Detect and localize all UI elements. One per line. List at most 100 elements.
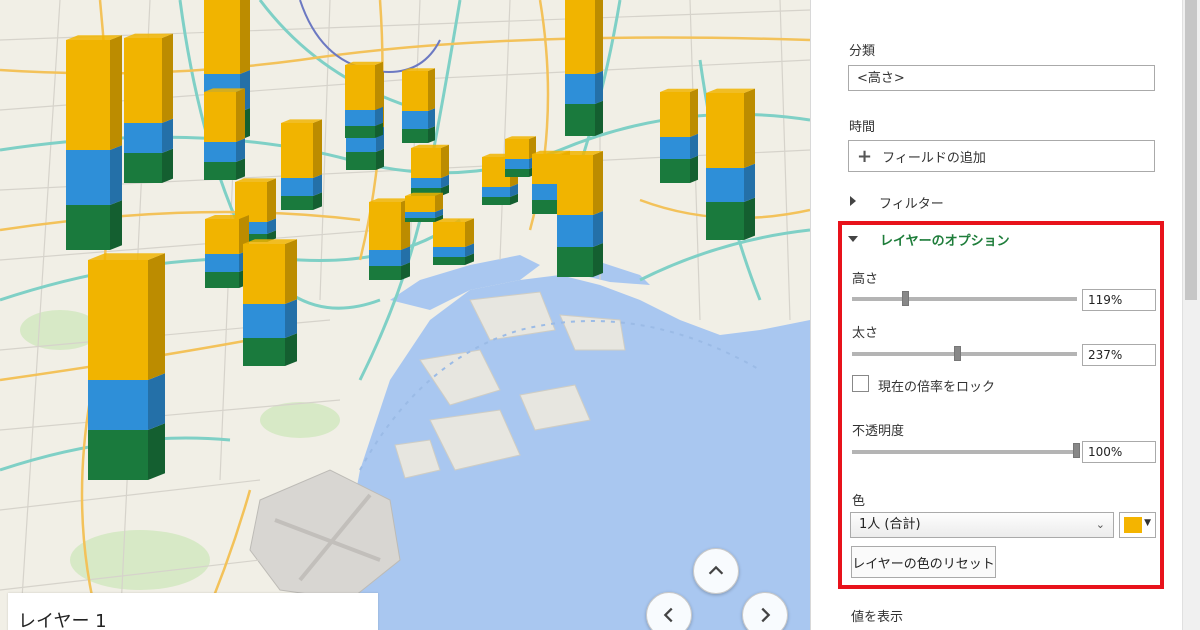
column-0-side-1 — [110, 145, 122, 205]
column-7-segment-2[interactable] — [565, 0, 595, 74]
column-6-segment-0[interactable] — [402, 129, 428, 143]
column-22-segment-2[interactable] — [405, 196, 435, 212]
height-value-input[interactable]: 119% — [1082, 289, 1156, 311]
column-5-side-1 — [375, 106, 383, 126]
map-view[interactable]: レイヤー 1 — [0, 0, 810, 630]
column-12-segment-1[interactable] — [205, 254, 239, 272]
column-18-segment-1[interactable] — [482, 187, 510, 197]
layer-legend[interactable]: レイヤー 1 — [8, 593, 378, 630]
column-8-segment-2[interactable] — [660, 92, 690, 137]
column-11-side-2 — [267, 178, 276, 222]
column-19-segment-0[interactable] — [505, 169, 529, 177]
column-14-segment-1[interactable] — [88, 380, 148, 430]
color-picker-button[interactable]: ▼ — [1119, 512, 1156, 538]
column-6-side-1 — [428, 108, 435, 129]
show-values-label[interactable]: 値を表示 — [851, 606, 903, 625]
column-17-segment-2[interactable] — [433, 222, 465, 247]
thickness-slider-thumb[interactable] — [953, 346, 961, 361]
column-0-segment-2[interactable] — [66, 40, 110, 150]
column-16-segment-1[interactable] — [369, 250, 401, 266]
column-6-segment-1[interactable] — [402, 111, 428, 129]
height-slider-track[interactable] — [852, 297, 1077, 301]
opacity-slider-thumb[interactable] — [1073, 443, 1080, 458]
column-21-segment-2[interactable] — [557, 155, 593, 215]
thickness-slider-track[interactable] — [852, 352, 1077, 356]
column-14-side-0 — [148, 423, 165, 480]
color-label: 色 — [852, 494, 866, 509]
column-17-segment-1[interactable] — [433, 247, 465, 257]
column-9-segment-0[interactable] — [706, 202, 744, 240]
column-22-segment-1[interactable] — [405, 212, 435, 218]
column-14-segment-2[interactable] — [88, 260, 148, 380]
column-12-segment-0[interactable] — [205, 272, 239, 288]
color-series-value: 1人 (合計) — [859, 517, 921, 532]
color-swatch — [1124, 517, 1142, 533]
column-21-segment-0[interactable] — [557, 247, 593, 277]
column-19-segment-1[interactable] — [505, 159, 529, 169]
column-21-side-2 — [593, 151, 603, 215]
column-9-segment-2[interactable] — [706, 93, 744, 168]
column-14-segment-0[interactable] — [88, 430, 148, 480]
reset-layer-color-button[interactable]: レイヤーの色のリセット — [851, 546, 996, 578]
column-1-side-1 — [162, 118, 173, 153]
column-1-segment-1[interactable] — [124, 123, 162, 153]
column-15-segment-1[interactable] — [411, 178, 441, 188]
column-13-segment-2[interactable] — [243, 244, 285, 304]
column-9-segment-1[interactable] — [706, 168, 744, 202]
column-18-segment-0[interactable] — [482, 197, 510, 205]
column-0-segment-1[interactable] — [66, 150, 110, 205]
chevron-left-icon — [663, 607, 673, 623]
column-8-segment-0[interactable] — [660, 159, 690, 183]
column-19-segment-2[interactable] — [505, 139, 529, 159]
add-field-button[interactable]: + フィールドの追加 — [848, 140, 1155, 172]
column-10-segment-1[interactable] — [281, 178, 313, 196]
column-10-segment-0[interactable] — [281, 196, 313, 210]
column-21-segment-1[interactable] — [557, 215, 593, 247]
tilt-up-button[interactable] — [693, 548, 739, 594]
column-5-segment-1[interactable] — [345, 110, 375, 126]
column-1-segment-2[interactable] — [124, 38, 162, 123]
opacity-value-input[interactable]: 100% — [1082, 441, 1156, 463]
column-15-segment-2[interactable] — [411, 148, 441, 178]
rotate-left-button[interactable] — [646, 592, 692, 630]
category-field[interactable]: <高さ> — [848, 65, 1155, 91]
chevron-right-icon — [761, 607, 771, 623]
column-3-segment-1[interactable] — [204, 142, 236, 162]
column-4-segment-0[interactable] — [346, 152, 376, 170]
reset-layer-color-label: レイヤーの色のリセット — [852, 556, 995, 572]
collapse-down-icon[interactable] — [848, 236, 858, 242]
column-7-segment-1[interactable] — [565, 74, 595, 104]
color-series-select[interactable]: 1人 (合計) ⌄ — [850, 512, 1114, 538]
column-16-segment-2[interactable] — [369, 202, 401, 250]
panel-scrollbar-thumb[interactable] — [1185, 0, 1197, 300]
chevron-up-icon — [708, 565, 724, 575]
column-8-segment-1[interactable] — [660, 137, 690, 159]
column-16-segment-0[interactable] — [369, 266, 401, 280]
layer-options-header[interactable]: レイヤーのオプション — [880, 230, 1010, 249]
column-3-segment-0[interactable] — [204, 162, 236, 180]
column-13-segment-0[interactable] — [243, 338, 285, 366]
column-13-segment-1[interactable] — [243, 304, 285, 338]
thickness-value-input[interactable]: 237% — [1082, 344, 1156, 366]
column-2-segment-2[interactable] — [204, 0, 240, 74]
rotate-right-button[interactable] — [742, 592, 788, 630]
column-5-segment-0[interactable] — [345, 126, 375, 138]
column-6-segment-2[interactable] — [402, 71, 428, 111]
column-5-segment-2[interactable] — [345, 65, 375, 110]
column-10-segment-2[interactable] — [281, 123, 313, 178]
opacity-slider-track[interactable] — [852, 450, 1077, 454]
column-17-segment-0[interactable] — [433, 257, 465, 265]
column-1-segment-0[interactable] — [124, 153, 162, 183]
caret-down-icon: ▼ — [1144, 518, 1151, 528]
lock-scale-checkbox[interactable] — [852, 375, 869, 392]
column-8-side-0 — [690, 155, 698, 183]
expand-right-icon[interactable] — [850, 196, 856, 206]
column-0-segment-0[interactable] — [66, 205, 110, 250]
filter-header[interactable]: フィルター — [879, 193, 944, 212]
stacked-column-layer[interactable] — [0, 0, 810, 630]
column-7-segment-0[interactable] — [565, 104, 595, 136]
height-slider-thumb[interactable] — [902, 291, 909, 306]
column-22-segment-0[interactable] — [405, 218, 435, 222]
column-3-segment-2[interactable] — [204, 92, 236, 142]
column-12-segment-2[interactable] — [205, 219, 239, 254]
